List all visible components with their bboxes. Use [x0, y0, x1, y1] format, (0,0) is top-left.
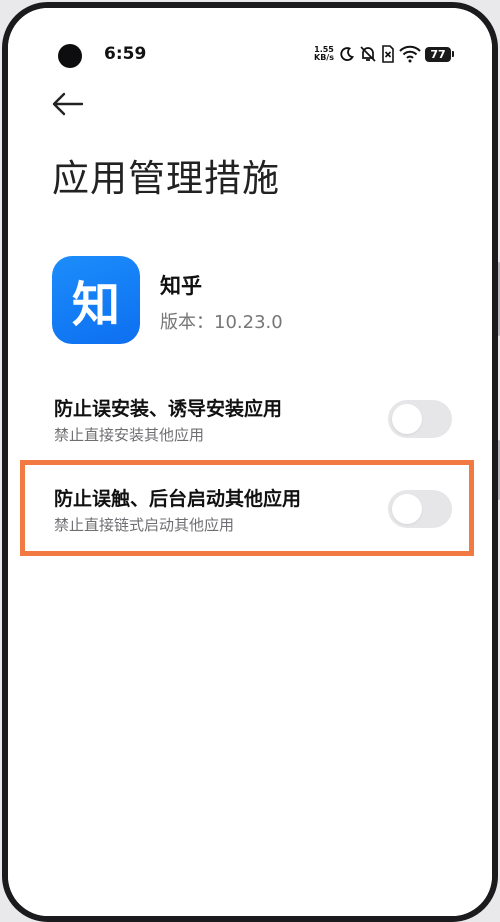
app-icon: 知 [52, 256, 140, 344]
status-time: 6:59 [104, 44, 147, 64]
back-button[interactable] [50, 88, 86, 120]
toggle-knob [392, 404, 422, 434]
highlight-box [20, 460, 474, 556]
moon-icon [340, 47, 354, 61]
status-icons: 1.55 KB/s 77 [313, 42, 454, 66]
phone-frame: 6:59 1.55 KB/s 77 应用管理措施 知 知乎 版本：10.23.0… [0, 0, 500, 922]
front-camera [58, 44, 82, 68]
battery-indicator: 77 [425, 46, 454, 62]
muted-bell-icon [360, 46, 376, 62]
battery-tip [452, 51, 454, 57]
app-version: 版本：10.23.0 [160, 312, 283, 333]
toggle-prevent-install[interactable] [388, 400, 452, 438]
network-speed-unit: KB/s [314, 53, 334, 62]
setting-title: 防止误安装、诱导安装应用 [54, 398, 283, 420]
page-title: 应用管理措施 [52, 157, 280, 200]
app-name: 知乎 [160, 274, 202, 298]
setting-row-prevent-install[interactable]: 防止误安装、诱导安装应用 禁止直接安装其他应用 [52, 394, 452, 454]
status-bar: 6:59 1.55 KB/s 77 [8, 36, 492, 72]
battery-level: 77 [425, 46, 451, 62]
app-icon-glyph: 知 [71, 277, 120, 333]
arrow-left-icon [52, 92, 84, 116]
wifi-icon [399, 45, 421, 63]
network-speed: 1.55 KB/s [313, 46, 335, 62]
sim-off-icon [382, 45, 394, 63]
setting-subtitle: 禁止直接安装其他应用 [54, 426, 205, 444]
